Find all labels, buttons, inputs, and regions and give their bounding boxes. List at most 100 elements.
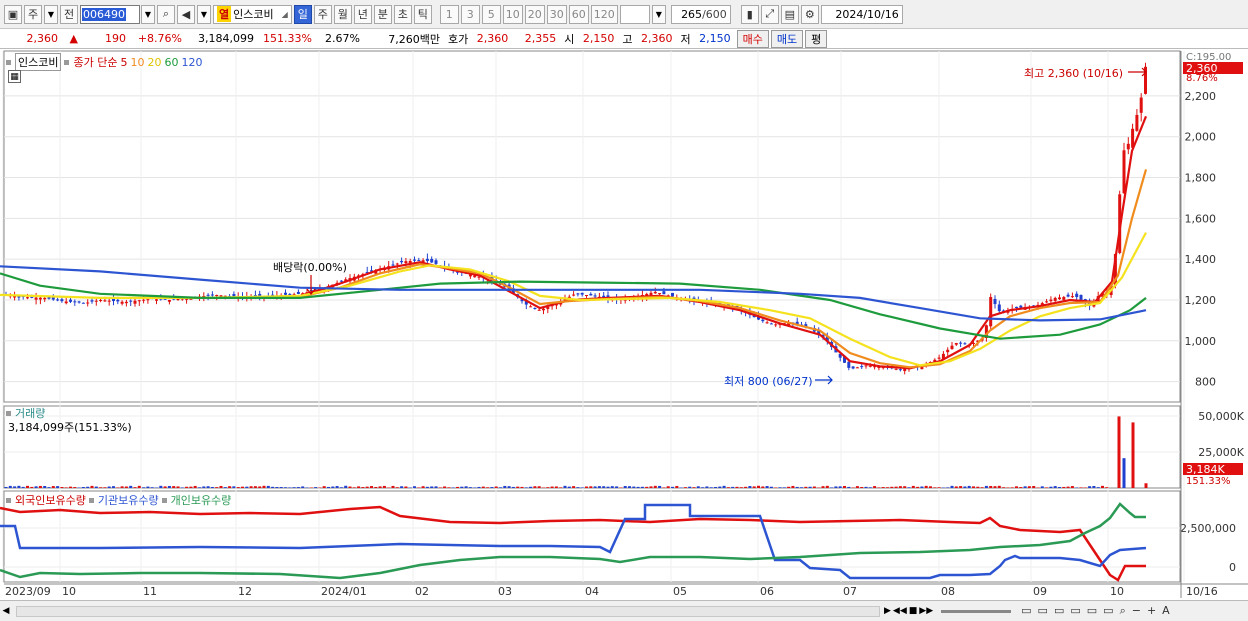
horizontal-scrollbar[interactable] (16, 605, 880, 617)
code-dropdown-icon[interactable]: ▼ (141, 4, 155, 24)
speaker-icon[interactable]: ◀ (177, 4, 195, 24)
layout-icon-3[interactable]: ▭ (1054, 604, 1064, 618)
interval-dropdown-icon[interactable]: ▼ (651, 4, 666, 24)
volume-bar (696, 486, 700, 488)
volume-bar (86, 486, 90, 488)
interval-120-button[interactable]: 120 (590, 4, 618, 24)
volume-bar (640, 486, 644, 488)
volume-bar (860, 486, 864, 488)
volume-bar (1023, 486, 1027, 488)
volume-bar (924, 485, 928, 488)
volume-bar (352, 487, 356, 488)
period-second-button[interactable]: 초 (393, 4, 412, 24)
volume-bar (116, 487, 120, 488)
volume-bar (391, 485, 395, 488)
zoom-in-icon[interactable]: + (1147, 604, 1156, 618)
interval-10-button[interactable]: 10 (502, 4, 523, 24)
interval-1-button[interactable]: 1 (439, 4, 459, 24)
volume-bar (413, 486, 416, 488)
candle-body (142, 299, 146, 301)
play-icon[interactable]: ▶ (884, 606, 891, 616)
custom-interval-input[interactable] (619, 4, 650, 24)
trade-amount: 7,260백만 (388, 32, 440, 46)
gear-icon[interactable]: ⚙ (800, 4, 819, 24)
layout-icon-2[interactable]: ▭ (1038, 604, 1048, 618)
count-input[interactable]: 265/600 (670, 4, 731, 24)
speaker-dropdown-icon[interactable]: ▼ (197, 4, 211, 24)
interval-3-button[interactable]: 3 (460, 4, 480, 24)
zoom-slider[interactable] (941, 609, 1012, 613)
volume-bar (17, 485, 21, 488)
chart-tool-icon[interactable]: ▮ (740, 4, 759, 24)
stock-chart[interactable]: 8001,0001,2001,4001,6001,8002,0002,20050… (0, 50, 1248, 621)
layout-icon-6[interactable]: ▭ (1103, 604, 1113, 618)
period-minute-button[interactable]: 분 (373, 4, 392, 24)
interval-20-button[interactable]: 20 (524, 4, 545, 24)
x-tick-label: 09 (1033, 585, 1047, 598)
interval-30-button[interactable]: 30 (546, 4, 567, 24)
layout-icon-5[interactable]: ▭ (1087, 604, 1097, 618)
stop-icon[interactable]: ■ (909, 606, 918, 616)
save-icon[interactable]: ▤ (780, 4, 799, 24)
candle-body (124, 301, 128, 304)
window-icon[interactable]: ▣ (4, 4, 22, 24)
drawing-tool-icon[interactable]: ⤢ (760, 4, 779, 24)
table-icon[interactable]: ▦ (8, 70, 21, 83)
volume-bar (610, 486, 614, 488)
stock-name: 인스코비 (233, 8, 274, 21)
period-year-button[interactable]: 년 (353, 4, 372, 24)
sell-button[interactable]: 매도 (770, 29, 804, 48)
candle-body (894, 368, 898, 370)
volume-bar (486, 487, 490, 488)
layout-icon-4[interactable]: ▭ (1070, 604, 1080, 618)
volume-bar (774, 487, 778, 488)
forward-icon[interactable]: ▶▶ (919, 606, 933, 616)
period-day-button[interactable]: 일 (293, 4, 312, 24)
rewind-icon[interactable]: ◀◀ (893, 606, 907, 616)
volume-bar (236, 487, 240, 488)
prev-button[interactable]: 전 (60, 4, 78, 24)
period-week-button[interactable]: 주 (313, 4, 332, 24)
period-month-button[interactable]: 월 (333, 4, 352, 24)
zoom-search-icon[interactable]: ⌕ (1120, 604, 1126, 618)
main-toolbar: ▣ 주 ▼ 전 006490 ▼ ⌕ ◀ ▼ 열 인스코비 ◢ 일 주 월 년 … (0, 0, 1248, 29)
volume-bar (64, 487, 68, 488)
volume-bar (898, 486, 902, 488)
date-input[interactable]: 2024/10/16 (820, 4, 903, 24)
volume-bar (81, 486, 85, 488)
volume-tag: 3,184K (1183, 463, 1243, 476)
stock-code-input[interactable]: 006490 (80, 4, 140, 24)
period-type-select[interactable]: 주 (24, 4, 42, 24)
scroll-left-icon[interactable]: ◀ (0, 606, 12, 616)
candle-body (963, 343, 967, 345)
volume-bar (112, 486, 115, 488)
candle-body (425, 258, 429, 261)
period-tick-button[interactable]: 틱 (413, 4, 432, 24)
buy-button[interactable]: 매수 (736, 29, 769, 48)
stock-name-field[interactable]: 열 인스코비 ◢ (213, 4, 292, 24)
chevron-down-icon[interactable]: ▼ (44, 4, 58, 24)
candle-body (937, 357, 941, 359)
search-icon[interactable]: ⌕ (157, 4, 175, 24)
volume-bar (13, 486, 17, 488)
volume-bar (223, 487, 227, 488)
volume-bar (481, 486, 485, 488)
auto-scale-icon[interactable]: A (1162, 604, 1170, 618)
volume-bar (800, 487, 803, 488)
volume-bar (1006, 487, 1010, 488)
candle-body (954, 342, 958, 345)
volume-bar (1002, 487, 1006, 488)
zoom-out-icon[interactable]: − (1132, 604, 1141, 618)
holdings-tick-label: 0 (1229, 561, 1236, 574)
avg-button[interactable]: 평 (805, 29, 828, 48)
interval-60-button[interactable]: 60 (568, 4, 589, 24)
volume-bar (253, 486, 257, 488)
volume-bar (739, 487, 743, 488)
volume-bar (327, 486, 330, 488)
volume-bar (464, 486, 468, 488)
layout-icon-1[interactable]: ▭ (1021, 604, 1031, 618)
ma-line-ma60 (0, 272, 1147, 340)
interval-5-button[interactable]: 5 (481, 4, 501, 24)
volume-bar (511, 486, 515, 488)
candle-body (946, 349, 950, 353)
